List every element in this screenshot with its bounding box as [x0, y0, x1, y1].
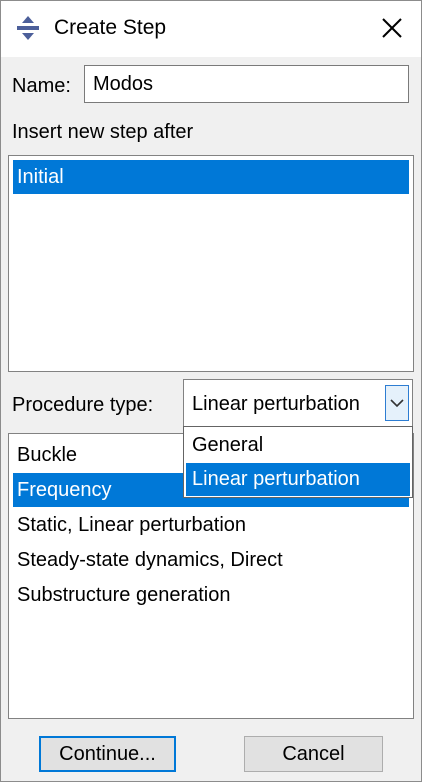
dropdown-button[interactable]	[385, 385, 409, 421]
name-label: Name:	[12, 75, 71, 97]
abaqus-logo-icon	[17, 16, 39, 40]
option-linear-perturbation[interactable]: Linear perturbation	[186, 463, 410, 496]
cancel-button[interactable]: Cancel	[244, 736, 383, 772]
window-title: Create Step	[54, 16, 167, 39]
title-bar: Create Step	[1, 1, 421, 57]
list-item-substructure-generation[interactable]: Substructure generation	[13, 578, 409, 612]
procedure-type-select[interactable]: Linear perturbation	[183, 379, 413, 427]
option-general[interactable]: General	[186, 429, 410, 462]
insert-after-list[interactable]: Initial	[8, 155, 414, 372]
step-name-input[interactable]	[84, 65, 409, 103]
close-icon[interactable]	[377, 13, 407, 43]
continue-button[interactable]: Continue...	[39, 736, 176, 772]
create-step-dialog: Create Step Name: Insert new step after …	[0, 0, 422, 782]
procedure-type-dropdown: General Linear perturbation	[183, 426, 413, 498]
procedure-type-value: Linear perturbation	[192, 393, 360, 415]
procedure-type-label: Procedure type:	[12, 394, 154, 416]
chevron-down-icon	[390, 399, 404, 408]
list-item-steady-state-dynamics-direct[interactable]: Steady-state dynamics, Direct	[13, 543, 409, 577]
list-item-initial[interactable]: Initial	[13, 160, 409, 194]
insert-after-label: Insert new step after	[12, 121, 194, 143]
list-item-static-linear-perturbation[interactable]: Static, Linear perturbation	[13, 508, 409, 542]
